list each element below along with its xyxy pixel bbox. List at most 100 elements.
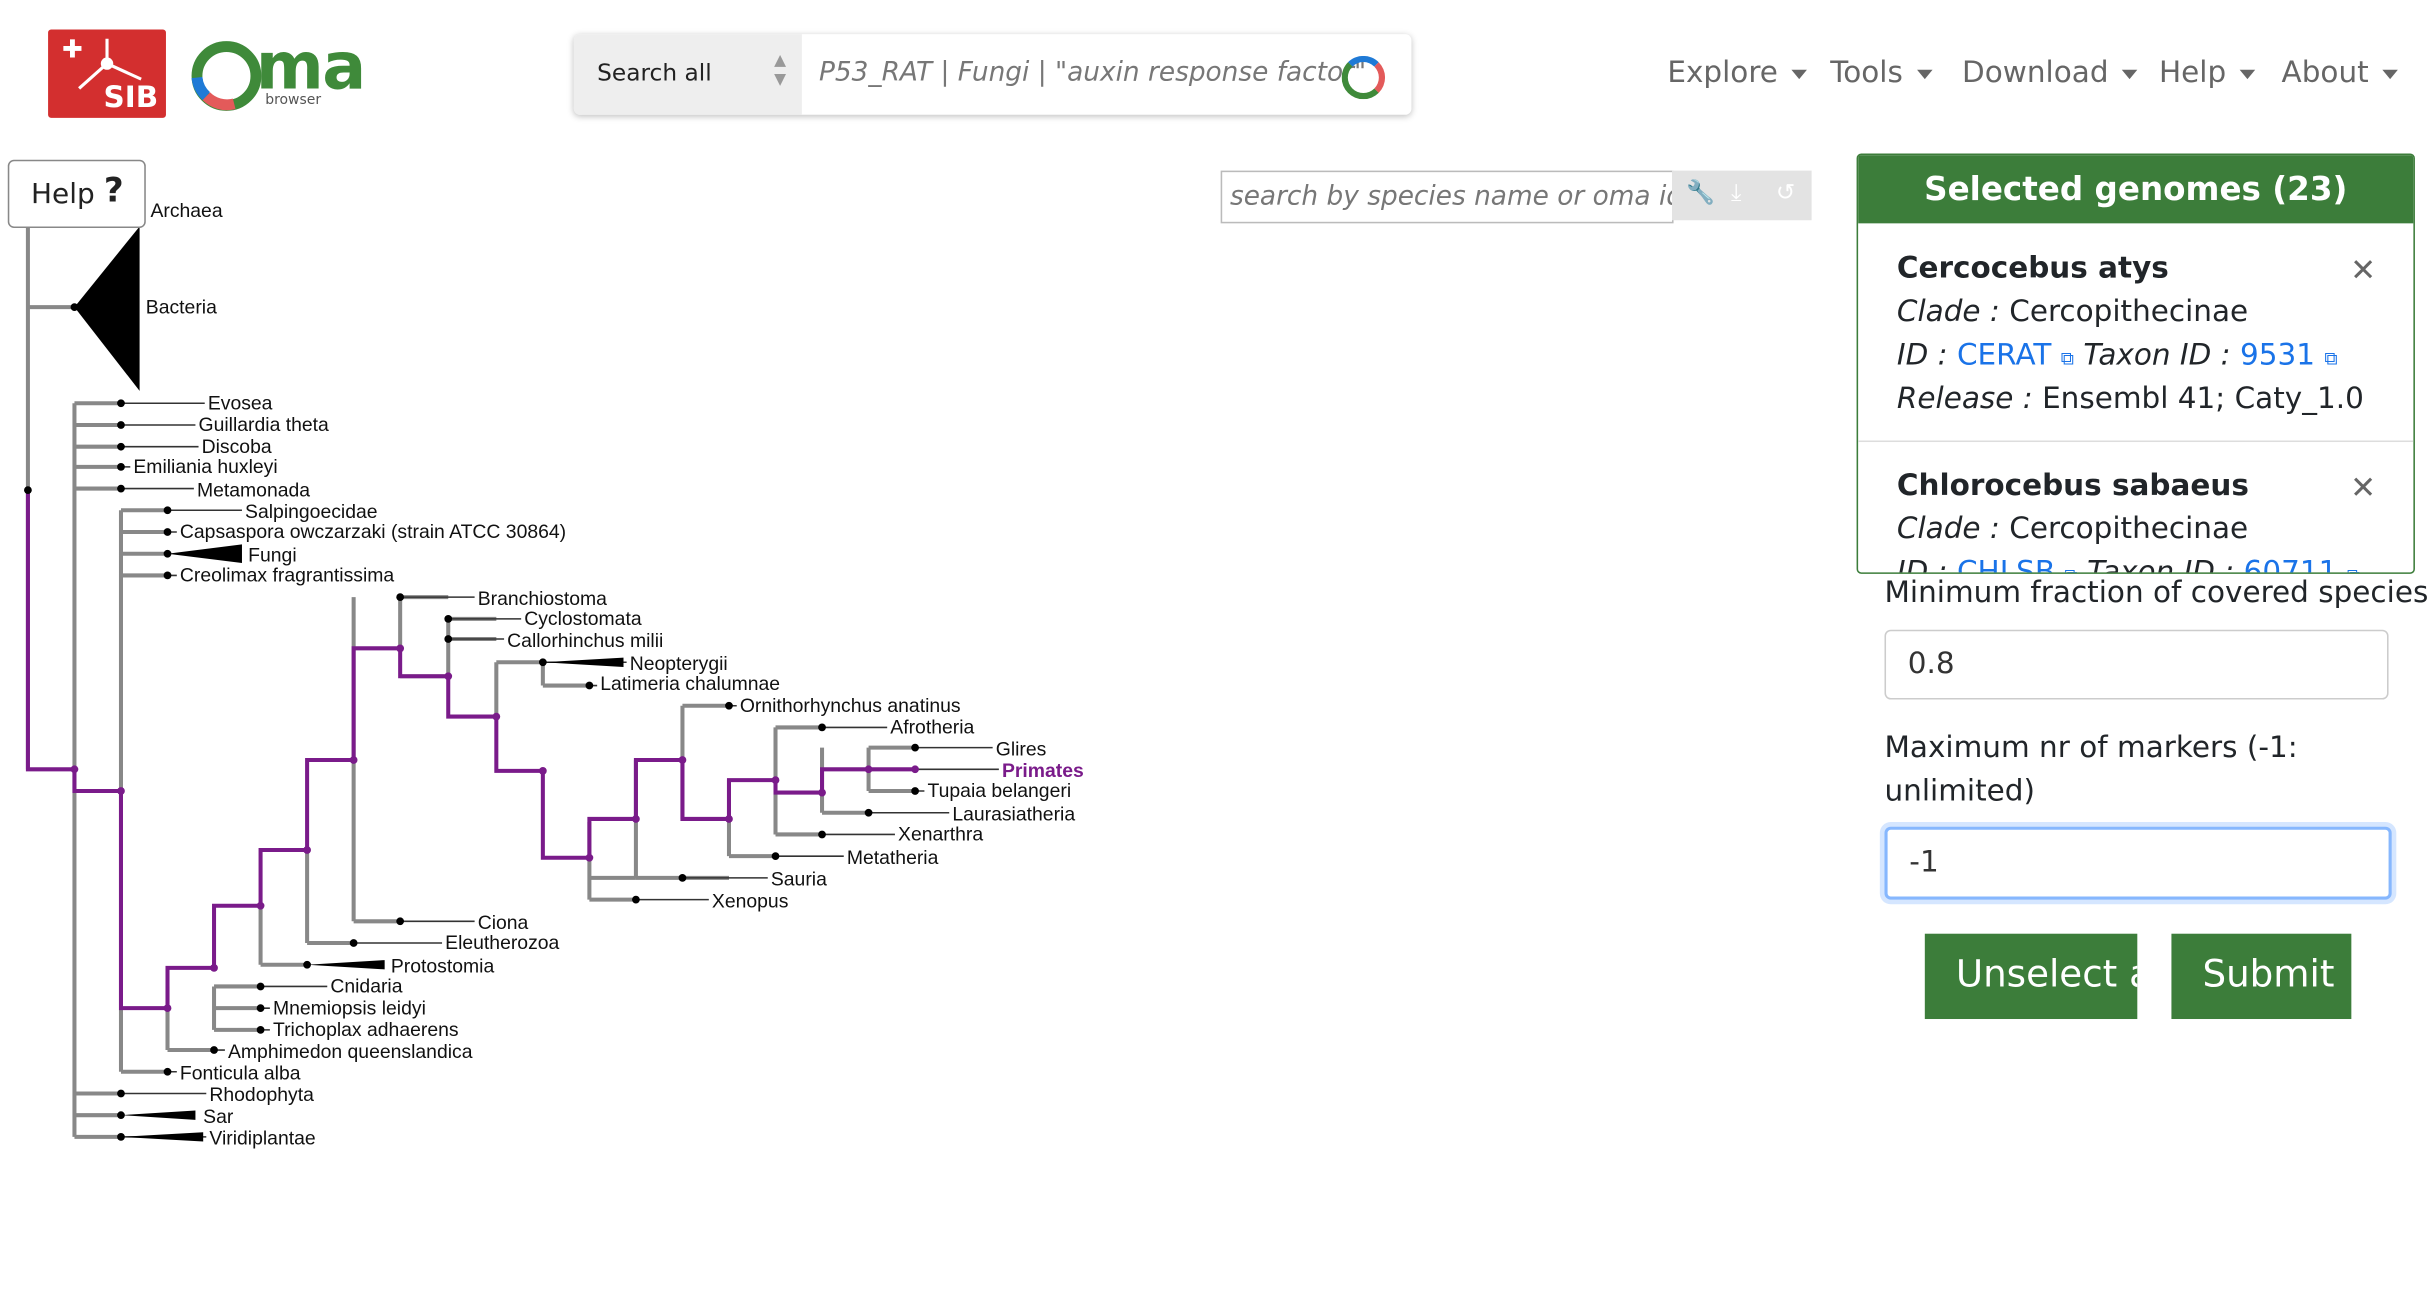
max-markers-value: -1 [1909,845,1939,880]
tree-label[interactable]: Archaea [150,200,222,222]
nav-download[interactable]: Download [1962,56,2139,90]
tree-label[interactable]: Cyclostomata [524,608,642,630]
min-fraction-value: 0.8 [1907,646,1955,681]
nav-tools[interactable]: Tools [1830,56,1933,90]
nav-help-label: Help [2159,55,2227,90]
remove-genome-close-icon[interactable]: ✕ [2350,251,2376,288]
taxon-id-link[interactable]: 9531 [2240,338,2315,372]
tree-toolbar: 🔧 ⤓ ↺ [1671,170,1812,221]
release-label: Release : [1896,381,2033,416]
genome-card: Cercocebus atys ✕ Clade : Cercopithecina… [1858,251,2413,437]
genome-ids: ID : CERAT ⧉ Taxon ID : 9531 ⧉ [1897,338,2338,372]
chevron-down-icon [2240,69,2256,79]
max-markers-input[interactable]: -1 [1884,826,2392,900]
max-markers-label-cont: unlimited) [1884,773,2036,809]
tree-label[interactable]: Fungi [248,544,296,566]
clade-value: Cercopithecinae [2009,294,2249,329]
tree-label[interactable]: Evosea [208,392,273,414]
genome-id-link[interactable]: CERAT [1957,338,2051,372]
tree-label[interactable]: Neopterygii [630,653,728,675]
chevron-down-icon [2382,69,2399,79]
unselect-all-button[interactable]: Unselect all [1924,933,2138,1020]
tree-label[interactable]: Tupaia belangeri [928,780,1072,802]
tree-label[interactable]: Creolimax fragrantissima [180,565,394,587]
genome-name: Cercocebus atys [1896,251,2169,286]
clade-label: Clade : [1896,294,2000,329]
genome-clade: Clade : Cercopithecinae [1897,295,2248,329]
genome-ids: ID : CHLSB ⧉ Taxon ID : 60711 ⧉ [1896,555,2360,574]
tree-label[interactable]: Trichoplax adhaerens [273,1019,459,1041]
genome-release: Release : Ensembl 41; Caty_1.0 [1897,382,2364,416]
unselect-all-label: Unselect all [1955,952,2137,996]
tree-label[interactable]: Latimeria chalumnae [600,673,780,695]
card-divider [1858,440,2414,443]
tree-label[interactable]: Branchiostoma [478,588,607,610]
tree-label[interactable]: Metamonada [197,479,310,501]
id-label: ID : [1896,338,1948,373]
tree-label[interactable]: Rhodophyta [209,1084,314,1106]
taxon-label: Taxon ID : [2087,555,2235,574]
selected-genomes-panel: Selected genomes (23) Cercocebus atys ✕ … [1856,153,2415,574]
submit-button[interactable]: Submit [2171,933,2352,1020]
tree-label[interactable]: Ornithorhynchus anatinus [740,695,961,717]
min-fraction-input[interactable]: 0.8 [1884,629,2389,700]
external-link-icon: ⧉ [2347,565,2360,573]
tree-help-label: Help [31,178,95,211]
tree-label[interactable]: Xenopus [712,890,789,912]
chevron-down-icon [1916,69,1933,79]
external-link-icon: ⧉ [2324,347,2338,370]
tree-label[interactable]: Salpingoecidae [245,501,378,523]
nav-about[interactable]: About [2282,56,2399,90]
tree-label[interactable]: Bacteria [146,296,217,318]
tree-label[interactable]: Xenarthra [898,824,983,846]
nav-about-label: About [2281,55,2369,90]
genome-clade: Clade : Cercopithecinae [1897,512,2248,546]
species-search-placeholder: search by species name or oma id [1229,181,1684,213]
genome-card: Chlorocebus sabaeus ✕ Clade : Cercopithe… [1858,468,2413,574]
min-fraction-label: Minimum fraction of covered species [1884,575,2429,610]
tree-label[interactable]: Eleutherozoa [445,932,559,954]
remove-genome-close-icon[interactable]: ✕ [2350,468,2376,505]
tree-label[interactable]: Viridiplantae [209,1128,315,1150]
tree-nodes [24,205,919,1141]
wrench-icon[interactable]: 🔧 [1686,178,1715,206]
genome-name: Chlorocebus sabaeus [1896,468,2249,503]
tree-help-button[interactable]: Help ? [7,159,146,228]
max-markers-label: Maximum nr of markers (-1: [1884,730,2298,765]
tree-labels: Archaea Bacteria Evosea Guillardia theta… [133,200,1083,1150]
tree-label[interactable]: Capsaspora owczarzaki (strain ATCC 30864… [180,521,566,543]
highlighted-path [25,490,916,1011]
tree-label[interactable]: Protostomia [391,955,495,977]
tree-label[interactable]: Sar [203,1106,234,1128]
clade-value: Cercopithecinae [2009,511,2249,546]
tree-label[interactable]: Metatheria [847,847,939,869]
reset-icon[interactable]: ↺ [1776,178,1796,206]
submit-label: Submit [2202,952,2335,996]
id-label: ID : [1896,555,1948,574]
tree-label[interactable]: Ciona [478,912,529,934]
tree-label[interactable]: Amphimedon queenslandica [228,1041,473,1063]
tree-label[interactable]: Fonticula alba [180,1063,301,1085]
tree-label-primates[interactable]: Primates [1002,760,1084,782]
tree-label[interactable]: Afrotheria [890,717,974,739]
nav-help[interactable]: Help [2159,56,2256,90]
taxon-label: Taxon ID : [2083,338,2231,373]
tree-label[interactable]: Laurasiatheria [952,803,1075,825]
tree-label[interactable]: Cnidaria [330,976,402,998]
chevron-down-icon [2122,69,2139,79]
download-icon[interactable]: ⤓ [1731,178,1741,206]
tree-branches [25,207,916,1139]
tree-label[interactable]: Emiliania huxleyi [133,456,277,478]
tree-label[interactable]: Guillardia theta [199,414,330,436]
species-search-input[interactable]: search by species name or oma id [1220,170,1683,224]
taxon-id-link[interactable]: 60711 [2244,555,2338,572]
genome-id-link[interactable]: CHLSB [1957,555,2055,572]
tree-label[interactable]: Discoba [202,436,272,458]
external-link-icon: ⧉ [2064,565,2077,573]
tree-label[interactable]: Mnemiopsis leidyi [273,997,426,1019]
question-icon: ? [103,172,124,211]
tree-label[interactable]: Sauria [771,869,827,891]
tree-label[interactable]: Glires [996,738,1047,760]
external-link-icon: ⧉ [2060,347,2075,370]
tree-label[interactable]: Callorhinchus milii [507,630,663,652]
